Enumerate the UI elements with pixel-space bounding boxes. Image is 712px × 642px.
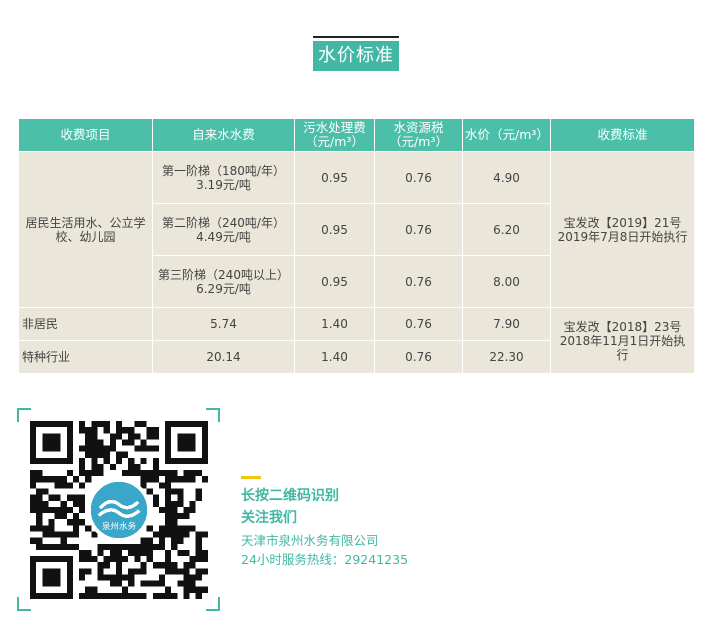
header-fee-item: 收费项目	[18, 118, 153, 152]
special-industry-price-cell: 22.30	[462, 340, 551, 374]
special-industry-category-cell: 特种行业	[18, 340, 153, 374]
tier-1-resource-cell: 0.76	[374, 151, 463, 204]
table-row: 居民生活用水、公立学校、幼儿园 第一阶梯（180吨/年）3.19元/吨 0.95…	[18, 151, 695, 308]
qr-logo-text: 泉州水务	[102, 520, 137, 532]
tier-2-tap-cell: 第二阶梯（240吨/年）4.49元/吨	[152, 203, 295, 256]
tier-1-tap-cell: 第一阶梯（180吨/年）3.19元/吨	[152, 151, 295, 204]
tier-1-price-cell: 4.90	[462, 151, 551, 204]
service-hotline: 24小时服务热线：29241235	[241, 552, 409, 567]
non-resident-price-cell: 7.90	[462, 307, 551, 341]
tier-3-price-cell: 8.00	[462, 255, 551, 308]
qr-code-icon[interactable]: 泉州水务	[30, 421, 208, 599]
tier-3-resource-cell: 0.76	[374, 255, 463, 308]
page-title: 水价标准	[313, 41, 399, 71]
frame-corner-bottom-left	[17, 597, 31, 611]
non-resident-category-cell: 非居民	[18, 307, 153, 341]
header-resource-tax: 水资源税（元/m³）	[374, 118, 463, 152]
tier-2-price-cell: 6.20	[462, 203, 551, 256]
table-row: 非居民 5.74 1.40 0.76 7.90 宝发改【2018】23号2018…	[18, 307, 695, 374]
special-industry-sewage-cell: 1.40	[294, 340, 375, 374]
cta-follow-text: 关注我们	[241, 510, 297, 526]
header-water-price: 水价（元/m³）	[462, 118, 551, 152]
tier-3-sewage-cell: 0.95	[294, 255, 375, 308]
non-resident-tap-cell: 5.74	[152, 307, 295, 341]
resident-category-cell: 居民生活用水、公立学校、幼儿园	[18, 151, 153, 308]
company-name: 天津市泉州水务有限公司	[241, 533, 379, 548]
header-fee-standard: 收费标准	[550, 118, 695, 152]
header-tap-water-fee: 自来水水费	[152, 118, 295, 152]
special-industry-resource-cell: 0.76	[374, 340, 463, 374]
tier-1-sewage-cell: 0.95	[294, 151, 375, 204]
title-rule	[313, 36, 399, 38]
accent-bar	[241, 476, 261, 479]
resident-standard-cell: 宝发改【2019】21号2019年7月8日开始执行	[550, 151, 695, 308]
tier-2-resource-cell: 0.76	[374, 203, 463, 256]
table-header-row: 收费项目 自来水水费 污水处理费（元/m³） 水资源税（元/m³） 水价（元/m…	[18, 118, 695, 152]
non-resident-resource-cell: 0.76	[374, 307, 463, 341]
frame-corner-top-right	[206, 408, 220, 422]
tier-3-tap-cell: 第三阶梯（240吨以上）6.29元/吨	[152, 255, 295, 308]
tier-2-sewage-cell: 0.95	[294, 203, 375, 256]
water-price-table: 收费项目 自来水水费 污水处理费（元/m³） 水资源税（元/m³） 水价（元/m…	[18, 118, 695, 374]
non-resident-sewage-cell: 1.40	[294, 307, 375, 341]
header-sewage-fee: 污水处理费（元/m³）	[294, 118, 375, 152]
other-standard-cell: 宝发改【2018】23号2018年11月1日开始执行	[550, 307, 695, 374]
special-industry-tap-cell: 20.14	[152, 340, 295, 374]
cta-scan-text: 长按二维码识别	[241, 488, 339, 504]
frame-corner-bottom-right	[206, 597, 220, 611]
frame-corner-top-left	[17, 408, 31, 422]
